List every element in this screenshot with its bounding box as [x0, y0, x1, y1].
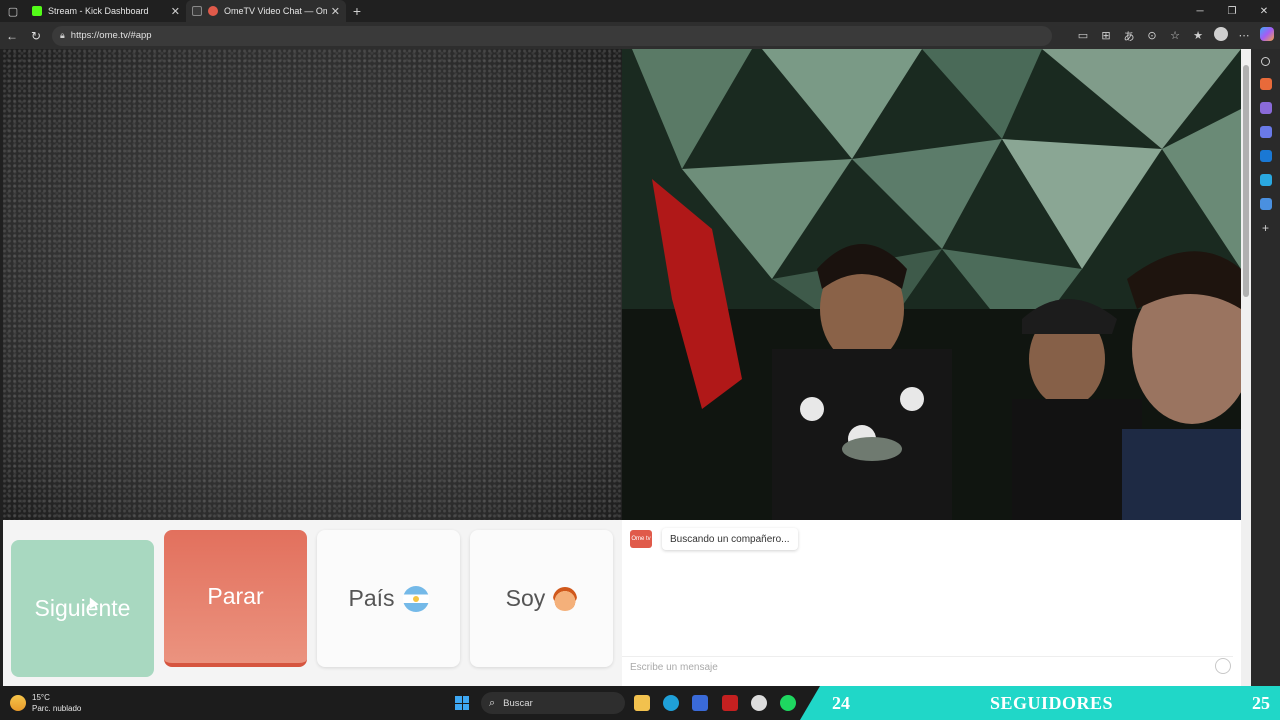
- ometv-favicon-icon: [208, 6, 218, 16]
- emoji-icon[interactable]: [1215, 658, 1231, 674]
- windows-start-icon[interactable]: [455, 696, 469, 710]
- tab-kick-dashboard[interactable]: Stream - Kick Dashboard ✕: [26, 0, 186, 22]
- profile-avatar[interactable]: [1214, 27, 1228, 44]
- refresh-icon[interactable]: ↻: [24, 22, 48, 49]
- back-icon[interactable]: ←: [0, 22, 24, 49]
- shopping-icon[interactable]: [1259, 78, 1272, 90]
- url-field[interactable]: 🔒︎ https://ome.tv/#app: [52, 25, 1052, 46]
- gender-button[interactable]: Soy: [470, 530, 613, 667]
- app-gear-icon[interactable]: [751, 695, 767, 711]
- lock-icon: 🔒︎: [60, 30, 65, 40]
- close-window-icon[interactable]: ✕: [1248, 0, 1280, 22]
- tools-icon[interactable]: [1259, 198, 1272, 210]
- favorites-icon[interactable]: ★: [1191, 29, 1205, 42]
- favorite-star-icon[interactable]: ☆: [1168, 29, 1182, 42]
- message-placeholder: Escribe un mensaje: [630, 662, 718, 673]
- scroll-thumb[interactable]: [1243, 65, 1249, 297]
- copilot-icon[interactable]: [1260, 27, 1274, 44]
- close-tab-icon[interactable]: ✕: [331, 5, 340, 18]
- message-input[interactable]: Escribe un mensaje: [622, 656, 1233, 678]
- stop-label: Parar: [207, 583, 264, 609]
- search-icon[interactable]: [1261, 57, 1270, 66]
- camera-feed-image: [622, 49, 1241, 520]
- next-button[interactable]: Siguiente: [11, 540, 154, 677]
- store-icon[interactable]: [692, 695, 708, 711]
- window-controls: ─ ❐ ✕: [1184, 0, 1280, 22]
- weather-desc: Parc. nublado: [32, 704, 82, 713]
- country-button[interactable]: País: [317, 530, 460, 667]
- search-icon: ⌕: [489, 696, 496, 709]
- spotify-icon[interactable]: [780, 695, 796, 711]
- maximize-icon[interactable]: ❐: [1216, 0, 1248, 22]
- chat-panel: Ome tv Buscando un compañero... Escribe …: [622, 520, 1241, 686]
- partner-video-static: [3, 49, 622, 520]
- close-tab-icon[interactable]: ✕: [171, 5, 180, 18]
- weather-temp: 15°C: [32, 693, 50, 702]
- browser-tab-bar: ▢ Stream - Kick Dashboard ✕ OmeTV Video …: [0, 0, 1280, 22]
- more-menu-icon[interactable]: ⋯: [1237, 29, 1251, 42]
- gender-label: Soy: [505, 585, 546, 611]
- kick-favicon-icon: [32, 6, 42, 16]
- tab-label: Stream - Kick Dashboard: [48, 6, 149, 16]
- argentina-flag-icon: [402, 585, 429, 612]
- workspaces-icon[interactable]: ▢: [0, 0, 26, 22]
- country-label: País: [348, 585, 395, 611]
- toolbar-icons: ▭ ⊞ あ ⊙ ☆ ★ ⋯: [1076, 22, 1274, 49]
- ometv-app: Siguiente Parar País Soy Ome tv Buscando…: [3, 49, 1241, 686]
- stop-button[interactable]: Parar: [164, 530, 307, 667]
- translate-icon[interactable]: あ: [1122, 28, 1136, 44]
- address-bar: ← ↻ 🔒︎ https://ome.tv/#app ▭ ⊞ あ ⊙ ☆ ★ ⋯: [0, 22, 1280, 49]
- taskbar-search[interactable]: ⌕ Buscar: [481, 692, 625, 714]
- search-label: Buscar: [503, 697, 533, 709]
- telegram-icon[interactable]: [1259, 174, 1272, 186]
- url-text: https://ome.tv/#app: [70, 30, 152, 41]
- copilot-side-icon[interactable]: [1259, 126, 1272, 138]
- weather-widget[interactable]: 15°C Parc. nublado: [10, 692, 81, 714]
- add-sidebar-icon[interactable]: +: [1260, 222, 1272, 234]
- status-message: Buscando un compañero...: [662, 528, 798, 550]
- app-red-icon[interactable]: [722, 695, 738, 711]
- media-icon[interactable]: ▭: [1076, 29, 1090, 42]
- outlook-icon[interactable]: [1259, 150, 1272, 162]
- self-camera-video: [622, 49, 1241, 520]
- tab-ometv[interactable]: OmeTV Video Chat — Omeg ✕: [186, 0, 346, 22]
- tab-label: OmeTV Video Chat — Omeg: [224, 6, 327, 16]
- page-scrollbar[interactable]: [1241, 49, 1251, 686]
- followers-goal: 25: [1252, 692, 1270, 713]
- edge-icon[interactable]: [663, 695, 679, 711]
- edge-sidebar: +: [1251, 49, 1280, 686]
- games-icon[interactable]: [1259, 102, 1272, 114]
- next-label: Siguiente: [34, 595, 131, 621]
- followers-label: SEGUIDORES: [990, 692, 1114, 713]
- extensions-icon[interactable]: ⊙: [1145, 29, 1159, 42]
- followers-current: 24: [832, 692, 850, 713]
- minimize-icon[interactable]: ─: [1184, 0, 1216, 22]
- file-explorer-icon[interactable]: [634, 695, 650, 711]
- ometv-logo-icon: Ome tv: [630, 530, 652, 548]
- app-icon[interactable]: ⊞: [1099, 29, 1113, 42]
- followers-overlay: 24 SEGUIDORES 25: [800, 686, 1280, 720]
- media-playing-icon: [192, 6, 202, 16]
- boy-face-icon: [553, 586, 578, 611]
- new-tab-icon[interactable]: +: [346, 3, 368, 19]
- windows-taskbar: 15°C Parc. nublado ⌕ Buscar 24 SEGUIDORE…: [0, 686, 1280, 720]
- partly-cloudy-icon: [10, 695, 26, 711]
